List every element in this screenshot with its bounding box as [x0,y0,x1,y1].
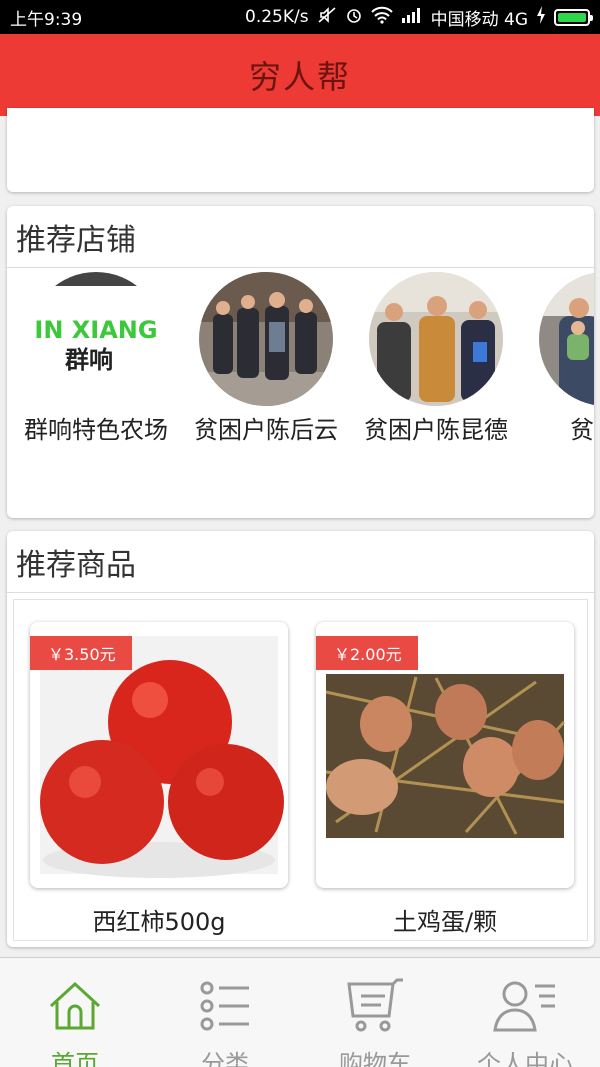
shop-avatar [539,272,594,406]
shop-logo-text-bottom: 群响 [65,346,113,374]
shop-logo-text-top: IN XIANG [34,316,157,344]
shop-name: 贫困户陈昆德 [364,416,508,444]
wifi-icon [370,6,393,28]
shops-section: 推荐店铺 IN XIANG 群响 群响特色农场 贫困户陈后云 贫困户陈昆德 贫 [7,206,594,518]
shop-avatar [199,272,333,406]
tab-label: 购物车 [339,1050,411,1067]
net-speed: 0.25K/s [245,7,309,27]
tab-label: 首页 [51,1050,99,1067]
home-icon [47,978,103,1038]
shop-name: 贫困户 [570,416,594,444]
tab-label: 分类 [201,1050,249,1067]
product-name: 西红柿500g [92,908,226,936]
signal-icon [401,7,423,27]
shop-name: 群响特色农场 [24,416,168,444]
status-time: 上午9:39 [10,9,83,30]
tab-label: 个人中心 [477,1050,573,1067]
list-icon [197,978,253,1038]
section-title: 推荐店铺 [7,206,594,268]
product-image[interactable]: ￥3.50元 [30,622,288,888]
status-right: 0.25K/s 中国移动 4G [245,5,593,30]
status-bar: 上午9:39 0.25K/s 中国移动 4G [0,0,600,34]
product-name: 土鸡蛋/颗 [392,908,498,936]
carrier-label: 中国移动 4G [430,9,528,30]
shop-avatar: IN XIANG 群响 [29,272,163,406]
product-image[interactable]: ￥2.00元 [316,622,574,888]
tab-profile[interactable]: 个人中心 [450,958,600,1067]
shop-list[interactable]: IN XIANG 群响 群响特色农场 贫困户陈后云 贫困户陈昆德 贫 [7,272,594,452]
product-grid: ￥3.50元 西红柿500g ￥2.00元 土鸡蛋/颗 [13,599,588,941]
shop-avatar [369,272,503,406]
alarm-icon [345,6,363,28]
tab-cart[interactable]: 购物车 [300,958,450,1067]
products-section: 推荐商品 ￥3.50元 西红柿500g ￥2.00元 土鸡蛋/颗 [7,531,594,947]
cart-icon [345,978,405,1038]
price-badge: ￥3.50元 [30,636,132,670]
page-title: 穷人帮 [248,58,351,96]
shop-item[interactable]: 贫困户陈昆德 [351,272,521,445]
shop-item[interactable]: IN XIANG 群响 群响特色农场 [11,272,181,445]
tab-category[interactable]: 分类 [150,958,300,1067]
product-card[interactable]: ￥3.50元 西红柿500g [30,622,288,937]
app-header: 穷人帮 [0,34,600,116]
shop-item[interactable]: 贫困户陈后云 [181,272,351,445]
price-badge: ￥2.00元 [316,636,418,670]
person-icon [493,978,557,1038]
shop-name: 贫困户陈后云 [194,416,338,444]
section-title: 推荐商品 [7,531,594,593]
banner-card [7,108,594,192]
mute-icon [317,6,337,28]
tab-home[interactable]: 首页 [0,958,150,1067]
product-card[interactable]: ￥2.00元 土鸡蛋/颗 [316,622,574,937]
battery-icon [554,8,593,26]
charging-icon [536,6,546,28]
bottom-tab-bar: 首页 分类 购物车 个人中心 [0,957,600,1067]
shop-item[interactable]: 贫困户 [521,272,594,445]
